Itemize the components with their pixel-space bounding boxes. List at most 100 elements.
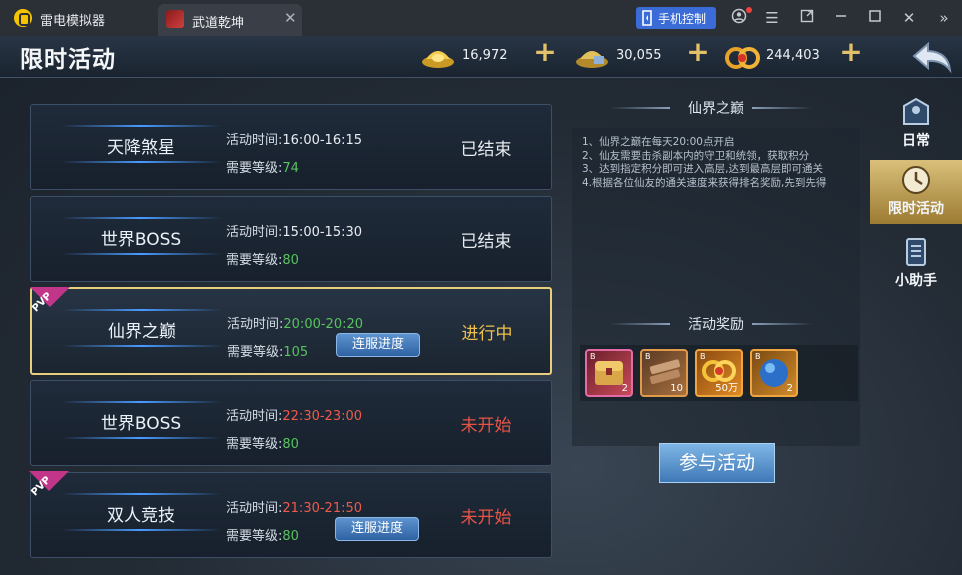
activity-card-selected[interactable]: PVP 仙界之巅 活动时间:20:00-20:20 需要等级:105 连服进度 … <box>30 287 552 375</box>
treasure-chest-icon[interactable]: B 2 <box>585 349 633 397</box>
side-nav-label: 小助手 <box>895 273 937 289</box>
emulator-logo-icon <box>14 9 32 27</box>
card-divider <box>61 161 221 163</box>
notification-dot <box>746 7 752 13</box>
time-label: 活动时间: <box>226 225 283 240</box>
tab-game[interactable]: 武道乾坤 ✕ <box>158 4 302 36</box>
item-count: 2 <box>621 383 628 394</box>
add-gold-button[interactable]: + <box>531 38 559 67</box>
time-value: 21:30-21:50 <box>282 501 363 516</box>
wooden-tablet-icon[interactable]: B 10 <box>640 349 688 397</box>
back-arrow-icon[interactable] <box>908 38 956 76</box>
daily-icon <box>903 97 929 125</box>
silver-ingot-icon <box>576 51 608 68</box>
expand-sidebar-icon[interactable]: » <box>934 8 954 28</box>
activity-status: 未开始 <box>460 416 512 436</box>
activity-card[interactable]: 世界BOSS 活动时间:15:00-15:30 需要等级:80 已结束 <box>30 196 552 282</box>
activity-card[interactable]: 世界BOSS 活动时间:22:30-23:00 需要等级:80 未开始 <box>30 380 552 466</box>
level-value: 80 <box>282 253 299 268</box>
close-window-icon[interactable]: ✕ <box>899 8 919 28</box>
level-value: 74 <box>282 161 299 176</box>
activity-time: 活动时间:22:30-23:00 <box>226 405 362 424</box>
game-app-icon <box>166 10 184 28</box>
server-progress-button[interactable]: 连服进度 <box>335 517 419 541</box>
side-nav-label: 日常 <box>902 133 930 149</box>
add-silver-button[interactable]: + <box>684 38 712 67</box>
maximize-icon[interactable] <box>865 8 885 28</box>
item-tag: B <box>590 352 596 361</box>
activity-time: 活动时间:21:30-21:50 <box>226 497 362 516</box>
external-window-icon[interactable] <box>797 8 817 28</box>
activity-status: 已结束 <box>460 140 512 160</box>
page-title: 限时活动 <box>20 47 116 73</box>
blue-orb-icon[interactable]: B 2 <box>750 349 798 397</box>
activity-level: 需要等级:80 <box>226 525 299 544</box>
item-tag: B <box>755 352 761 361</box>
pvp-label: PVP <box>29 474 54 499</box>
activity-status: 未开始 <box>460 508 512 528</box>
activity-level: 需要等级:80 <box>226 249 299 268</box>
side-nav-timed-events[interactable]: 限时活动 <box>870 160 962 224</box>
phone-control-icon <box>642 10 652 26</box>
time-label: 活动时间: <box>226 501 283 516</box>
emulator-name: 雷电模拟器 <box>40 14 106 29</box>
silver-value: 30,055 <box>616 48 662 63</box>
level-label: 需要等级: <box>226 437 283 452</box>
join-activity-button[interactable]: 参与活动 <box>659 443 775 483</box>
activity-card[interactable]: 天降煞星 活动时间:16:00-16:15 需要等级:74 已结束 <box>30 104 552 190</box>
activity-name: 双人竞技 <box>107 506 175 526</box>
game-screen: 限时活动 16,972 + 30,055 + 244,403 + 天降煞星 活动… <box>0 36 962 575</box>
activity-level: 需要等级:74 <box>226 157 299 176</box>
activity-description: 1、仙界之巅在每天20:00点开启 2、仙友需要击杀副本内的守卫和统领，获取积分… <box>582 136 856 190</box>
rule-line: 3、达到指定积分即可进入高层,达到最高层即可通关 <box>582 163 824 175</box>
title-ornament <box>752 323 812 325</box>
level-label: 需要等级: <box>227 345 284 360</box>
resource-gold: 16,972 <box>420 40 540 74</box>
menu-icon[interactable]: ☰ <box>762 8 782 28</box>
phone-control-button[interactable]: 手机控制 <box>636 7 716 29</box>
pvp-label: PVP <box>30 290 55 315</box>
activity-time: 活动时间:16:00-16:15 <box>226 129 362 148</box>
level-value: 80 <box>282 437 299 452</box>
side-nav-daily[interactable]: 日常 <box>870 92 962 156</box>
coins-value: 244,403 <box>766 48 820 63</box>
card-divider <box>61 437 221 439</box>
tab-title: 武道乾坤 <box>192 16 245 31</box>
title-ornament <box>752 107 812 109</box>
time-value: 16:00-16:15 <box>282 133 363 148</box>
activity-card[interactable]: PVP 双人竞技 活动时间:21:30-21:50 需要等级:80 连服进度 未… <box>29 472 552 558</box>
gold-value: 16,972 <box>462 48 508 63</box>
time-value: 20:00-20:20 <box>283 317 364 332</box>
level-value: 80 <box>282 529 299 544</box>
resource-silver: 30,055 <box>574 40 694 74</box>
resource-coins: 244,403 <box>724 40 844 74</box>
activity-name: 世界BOSS <box>100 414 182 434</box>
server-progress-button[interactable]: 连服进度 <box>336 333 420 357</box>
time-label: 活动时间: <box>227 317 284 332</box>
coin-bundle-icon[interactable]: B 50万 <box>695 349 743 397</box>
close-tab-icon[interactable]: ✕ <box>284 9 297 27</box>
level-label: 需要等级: <box>226 253 283 268</box>
level-label: 需要等级: <box>226 161 283 176</box>
card-divider <box>62 345 222 347</box>
activity-level: 需要等级:105 <box>227 341 308 360</box>
item-count: 2 <box>786 383 793 394</box>
phone-control-label: 手机控制 <box>658 12 707 26</box>
time-label: 活动时间: <box>226 409 283 424</box>
item-count: 50万 <box>715 383 738 394</box>
minimize-icon[interactable] <box>831 8 851 28</box>
activity-time: 活动时间:15:00-15:30 <box>226 221 362 240</box>
time-value: 15:00-15:30 <box>282 225 363 240</box>
activity-name: 仙界之巅 <box>108 322 176 342</box>
activity-name: 天降煞星 <box>107 138 175 158</box>
card-divider <box>61 401 221 403</box>
gold-ingot-icon <box>422 51 454 68</box>
side-nav-label: 限时活动 <box>888 201 944 217</box>
timed-event-icon <box>902 166 930 194</box>
card-divider <box>61 529 221 531</box>
level-value: 105 <box>283 345 309 360</box>
card-divider <box>61 493 221 495</box>
add-coins-button[interactable]: + <box>837 38 865 67</box>
game-header: 限时活动 16,972 + 30,055 + 244,403 + <box>0 36 962 78</box>
side-nav-assistant[interactable]: 小助手 <box>870 232 962 296</box>
